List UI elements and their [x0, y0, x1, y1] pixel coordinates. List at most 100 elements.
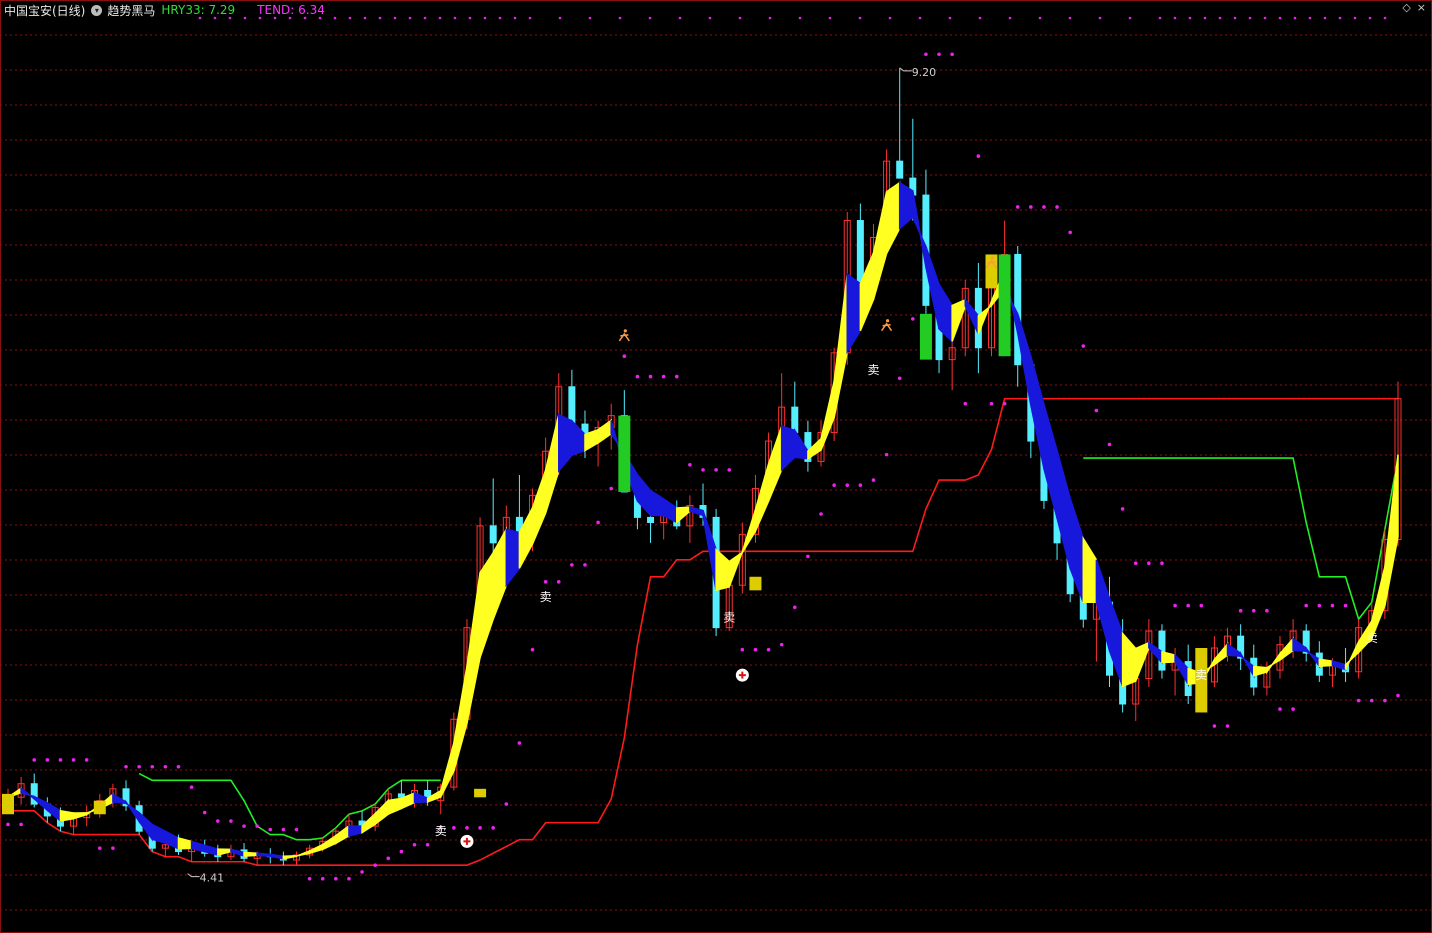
trail-dot — [307, 876, 312, 881]
trail-dot — [517, 741, 522, 745]
trail-dot — [163, 764, 168, 769]
trail-dot — [84, 758, 89, 762]
trend-band-segment — [1318, 658, 1334, 667]
top-dot — [393, 16, 397, 20]
candle-body — [568, 386, 576, 425]
trail-dot — [924, 52, 928, 57]
candle-body — [896, 160, 904, 179]
trail-dot — [740, 647, 745, 652]
trail-dot — [465, 826, 469, 830]
trail-dot — [1225, 724, 1230, 728]
trail-dot — [399, 849, 404, 854]
trend-band-segment — [282, 855, 298, 860]
top-dot — [1008, 16, 1012, 20]
sell-label: 卖 — [723, 610, 735, 624]
trend-band-segment — [177, 837, 193, 850]
trail-dot — [806, 554, 810, 559]
sell-label: 卖 — [1195, 668, 1207, 682]
trail-dot — [71, 758, 76, 762]
trail-dot — [1094, 408, 1099, 413]
sell-label: 卖 — [540, 590, 552, 604]
trail-dot — [1120, 507, 1125, 511]
top-dot — [363, 16, 367, 20]
trail-dot — [1147, 561, 1151, 565]
top-dot — [858, 16, 862, 20]
trail-dot — [648, 374, 653, 379]
candle — [948, 339, 956, 391]
trend-band-segment — [584, 428, 599, 452]
top-dot — [423, 16, 427, 20]
top-dot — [1323, 16, 1327, 20]
trend-band-segment — [951, 298, 967, 342]
trend-band-segment — [1134, 641, 1150, 682]
trend-band-segment — [217, 848, 232, 856]
close-icon[interactable]: × — [1417, 1, 1426, 14]
top-dot — [1128, 16, 1132, 20]
trail-dot — [661, 374, 666, 379]
trend-band-segment — [308, 843, 324, 855]
trend-band-segment — [662, 497, 678, 524]
chart-header: 中国宝安(日线) ▾ 趋势黑马 HRY33: 7.29 TEND: 6.34 — [4, 1, 325, 19]
trail-dot — [1251, 608, 1256, 613]
sell-label: 卖 — [435, 824, 447, 838]
trail-dot — [294, 827, 299, 832]
trail-dot — [150, 764, 155, 769]
runner-body — [880, 322, 893, 332]
low-label: 4.41 — [200, 872, 225, 885]
trail-dot — [609, 486, 614, 491]
trend-band-segment — [1371, 566, 1386, 639]
trail-dot — [216, 819, 220, 823]
trail-dot — [373, 863, 377, 867]
top-dot — [948, 16, 952, 20]
trail-dot — [530, 647, 535, 652]
top-dot — [1173, 16, 1177, 20]
trail-dot — [845, 483, 850, 487]
candle — [1237, 624, 1245, 671]
chevron-down-icon[interactable]: ▾ — [91, 4, 103, 16]
trend-band-segment — [1161, 650, 1176, 664]
trail-dot — [937, 52, 941, 57]
trend-band-segment — [872, 191, 888, 300]
trail-dot — [543, 580, 548, 584]
trend-band-segment — [1030, 356, 1045, 469]
trend-band-segment — [190, 840, 206, 853]
trail-dot — [963, 401, 968, 406]
trail-dot — [255, 824, 259, 828]
trail-dot — [583, 563, 587, 567]
buy-plus-icon — [735, 668, 749, 682]
trail-dot — [1343, 603, 1348, 608]
trend-band-segment — [1239, 650, 1255, 679]
trend-band-segment — [269, 853, 285, 860]
runner-head — [623, 329, 627, 333]
trail-dot — [1015, 205, 1020, 209]
trail-dot — [1133, 561, 1138, 565]
top-dot — [348, 16, 352, 20]
trail-dot — [412, 842, 417, 847]
top-dot — [708, 16, 712, 20]
trail-dot — [884, 452, 889, 457]
trail-dot — [111, 846, 115, 850]
trail-dot — [202, 810, 207, 815]
diamond-icon[interactable]: ◇ — [1402, 1, 1410, 14]
trend-band-segment — [885, 181, 901, 254]
top-dot — [738, 16, 742, 20]
trend-band-segment — [846, 272, 862, 355]
trail-dot — [320, 876, 325, 881]
trend-band-segment — [558, 413, 573, 474]
candlestick-chart[interactable]: 9.204.41卖卖卖卖卖卖 — [0, 0, 1432, 933]
trend-band-segment — [1266, 651, 1281, 675]
runner-body — [618, 332, 630, 342]
trail-dot — [911, 317, 915, 321]
high-label: 9.20 — [912, 66, 937, 79]
trend-band-segment — [754, 463, 770, 532]
indicator-name[interactable]: 趋势黑马 — [107, 2, 155, 19]
trail-dot — [1081, 344, 1086, 348]
trail-dot — [1265, 608, 1269, 613]
trail-dot — [688, 463, 692, 467]
trend-band-segment — [1279, 636, 1294, 662]
stock-title[interactable]: 中国宝安(日线) — [4, 2, 85, 19]
trail-dot — [124, 764, 128, 769]
signal-bar — [474, 788, 487, 798]
trail-dot — [229, 819, 233, 823]
trail-dot — [989, 401, 994, 406]
